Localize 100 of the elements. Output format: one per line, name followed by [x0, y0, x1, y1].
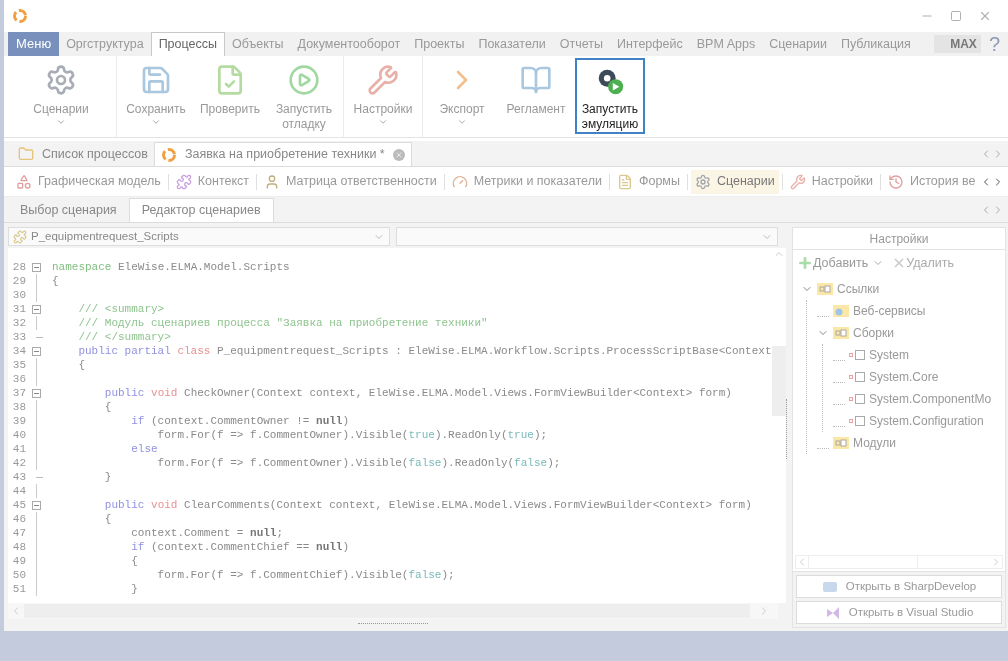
tab-label: Формы: [638, 173, 680, 191]
tree-item[interactable]: System: [869, 346, 909, 364]
menu-button[interactable]: Меню: [8, 32, 60, 56]
code-line: {: [130, 554, 138, 568]
app-logo: [12, 8, 28, 24]
line-number: 45: [11, 498, 27, 512]
fold-toggle-icon[interactable]: [31, 388, 41, 398]
wrench-icon: [789, 173, 806, 190]
assembly-icon: [849, 349, 865, 361]
view-tab[interactable]: Матрица ответственности: [260, 169, 441, 194]
gear-icon: [45, 64, 77, 96]
ribbon-button[interactable]: Запустить эмуляцию: [575, 58, 645, 134]
code-line: public partial class P_equipmentrequest_Scripts : EleWise.ELMA.Workflow.Scripts.ProcessScriptBase<Context: [77, 344, 772, 358]
code-line: public void ClearComments(Context context, EleWise.ELMA.Model.Views.FormViewBuilder<Context> form): [103, 498, 752, 512]
fold-toggle-icon[interactable]: [31, 500, 41, 510]
tab-label: Графическая модель: [38, 173, 161, 191]
line-number: 28: [11, 260, 27, 274]
document-tab[interactable]: Список процессов: [12, 142, 154, 166]
ribbon-button[interactable]: Настройки: [348, 58, 418, 134]
tree-item[interactable]: Веб-сервисы: [853, 302, 926, 320]
view-tab[interactable]: Контекст: [171, 169, 254, 194]
editor-tab[interactable]: Редактор сценариев: [128, 198, 274, 222]
splitter-handle[interactable]: [786, 399, 788, 459]
editor-tab[interactable]: Выбор сценария: [8, 198, 129, 222]
code-line: }: [130, 582, 138, 596]
class-select[interactable]: P_equipmentrequest_Scripts: [8, 227, 390, 246]
member-select[interactable]: [395, 227, 778, 246]
close-icon[interactable]: [392, 148, 405, 161]
tab-label: Заявка на приобретение техники *: [184, 146, 385, 164]
line-number: 35: [11, 358, 27, 372]
folder-icon: [18, 146, 34, 162]
edition-badge: MAX: [934, 35, 981, 53]
delete-button[interactable]: Удалить: [892, 253, 954, 273]
line-number: 42: [11, 456, 27, 470]
wrench-icon: [367, 64, 399, 96]
tree-item[interactable]: Сборки: [853, 324, 894, 342]
scroll-thumb[interactable]: [771, 346, 786, 416]
horizontal-scrollbar[interactable]: [8, 603, 778, 619]
view-tab[interactable]: История ве: [884, 169, 980, 194]
ribbon-button[interactable]: Экспорт: [427, 58, 497, 134]
tree-item[interactable]: System.ComponentMo: [869, 390, 992, 408]
ribbon-tab[interactable]: Процессы: [150, 32, 225, 56]
assembly-icon: [849, 371, 865, 383]
line-number: 29: [11, 274, 27, 288]
line-number: 31: [11, 302, 27, 316]
book-icon: [520, 64, 552, 96]
code-line: {: [103, 512, 112, 526]
code-line: {: [51, 274, 59, 288]
view-tab[interactable]: Графическая модель: [12, 169, 165, 194]
vertical-scrollbar[interactable]: [771, 248, 786, 603]
tree-item[interactable]: System.Configuration: [869, 412, 984, 430]
tab-label: История ве: [910, 173, 976, 191]
gear-icon: [694, 173, 711, 190]
ribbon-button[interactable]: Запустить отладку: [269, 58, 339, 134]
tree-item[interactable]: Модули: [853, 434, 896, 452]
line-number: 32: [11, 316, 27, 330]
fold-toggle-icon[interactable]: [31, 262, 41, 272]
form-icon: [616, 173, 633, 190]
code-line: if (context.CommentOwner != null): [130, 414, 350, 428]
assembly-icon: [849, 393, 865, 405]
ring-icon: [160, 146, 177, 163]
code-line: public void CheckOwner(Context context, EleWise.ELMA.Model.Views.FormViewBuilder<Context> form): [103, 386, 732, 400]
splitter-handle[interactable]: [358, 623, 428, 627]
horizontal-scrollbar[interactable]: [795, 555, 1003, 569]
assembly-icon: [849, 415, 865, 427]
code-line: else: [130, 442, 158, 456]
fold-toggle-icon[interactable]: [31, 346, 41, 356]
code-line: form.For(f => f.CommentOwner).Visible(false).ReadOnly(false);: [156, 456, 561, 470]
code-line: form.For(f => f.CommentChief).Visible(false);: [156, 568, 455, 582]
code-line: /// <summary>: [77, 302, 165, 316]
view-tab[interactable]: Настройки: [785, 169, 877, 194]
line-number: 46: [11, 512, 27, 526]
tab-label: Сценарии: [716, 173, 775, 191]
line-number: 49: [11, 554, 27, 568]
view-tab[interactable]: Метрики и показатели: [447, 169, 606, 194]
close-icon[interactable]: [978, 9, 992, 23]
line-number: 43: [11, 470, 27, 484]
tree-item[interactable]: System.Core: [869, 368, 939, 386]
help-link[interactable]: ?: [988, 33, 1000, 55]
ribbon-button[interactable]: Проверить: [195, 58, 265, 134]
line-number: 34: [11, 344, 27, 358]
line-number: 47: [11, 526, 27, 540]
line-number: 39: [11, 414, 27, 428]
ribbon-button[interactable]: Сохранить: [121, 58, 191, 134]
tree-item[interactable]: Ссылки: [837, 280, 880, 298]
view-tab[interactable]: Сценарии: [690, 169, 779, 194]
line-number: 37: [11, 386, 27, 400]
tab-label: Контекст: [197, 173, 250, 191]
maximize-icon[interactable]: [950, 10, 962, 22]
puzzle-icon: [175, 173, 192, 190]
document-tab[interactable]: Заявка на приобретение техники *: [153, 142, 412, 166]
open-ide-button[interactable]: Открыть в Visual Studio: [796, 601, 1002, 624]
view-tab[interactable]: Формы: [612, 169, 684, 194]
add-button[interactable]: Добавить: [797, 253, 869, 273]
panel-header: Настройки: [793, 228, 1005, 250]
ribbon-button[interactable]: Сценарии: [26, 58, 96, 134]
line-number: 51: [11, 582, 27, 596]
open-ide-button[interactable]: Открыть в SharpDevelop: [796, 575, 1002, 598]
fold-toggle-icon[interactable]: [31, 304, 41, 314]
ribbon-button[interactable]: Регламент: [501, 58, 571, 134]
